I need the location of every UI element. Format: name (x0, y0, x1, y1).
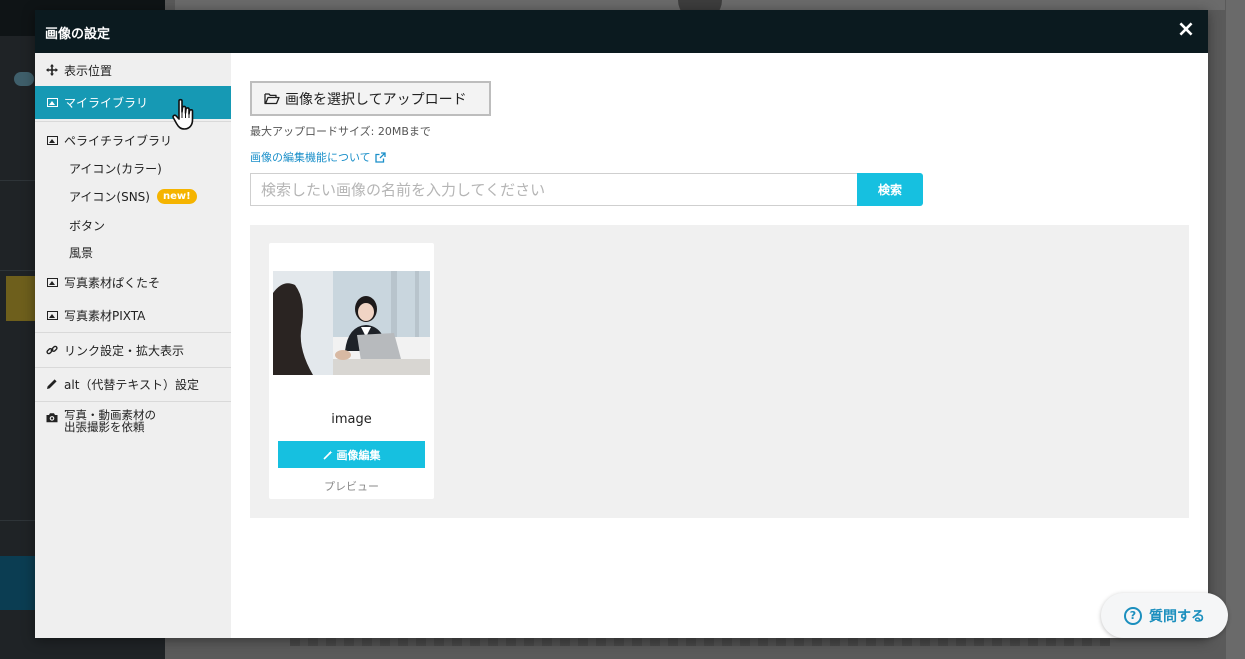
image-icon (46, 134, 58, 146)
settings-nav: 表示位置 マイライブラリ ペライチライブラリ アイコン(カラー) アイコン(SN… (35, 53, 231, 638)
image-name: image (331, 412, 372, 427)
image-thumbnail[interactable] (273, 271, 430, 375)
nav-divider (35, 332, 231, 333)
nav-sub-label: ボタン (69, 218, 106, 233)
image-settings-modal: 画像の設定 × 表示位置 マイライブラリ ペライチライブラリ アイコン(カラー)… (35, 10, 1208, 638)
ask-question-button[interactable]: ? 質問する (1101, 593, 1228, 638)
nav-item-label: ペライチライブラリ (64, 133, 173, 148)
nav-divider (35, 367, 231, 368)
preview-link[interactable]: プレビュー (269, 478, 434, 494)
wand-icon (322, 450, 332, 460)
nav-item-label: リンク設定・拡大表示 (64, 343, 185, 358)
nav-sub-label: 風景 (69, 245, 94, 260)
image-icon (46, 97, 58, 109)
nav-item-link-settings[interactable]: リンク設定・拡大表示 (35, 337, 231, 363)
question-icon: ? (1124, 606, 1142, 625)
close-button[interactable]: × (1174, 17, 1198, 43)
link-icon (46, 344, 58, 356)
modal-header: 画像の設定 × (35, 10, 1208, 53)
nav-item-label-line2: 出張撮影を依頼 (64, 420, 145, 434)
nav-item-pakutaso[interactable]: 写真素材ぱくたそ (35, 270, 231, 294)
image-edit-info-link[interactable]: 画像の編集機能について (250, 149, 386, 165)
nav-item-label: 表示位置 (64, 63, 113, 78)
nav-item-position[interactable]: 表示位置 (35, 59, 231, 81)
nav-item-photo-request[interactable]: 写真・動画素材の 出張撮影を依頼 (35, 409, 231, 439)
background-scrollbar (1226, 0, 1245, 659)
edit-image-label: 画像編集 (336, 448, 381, 462)
ask-question-label: 質問する (1149, 608, 1205, 625)
nav-sub-icon-sns[interactable]: アイコン(SNS) new! (69, 186, 197, 206)
nav-item-label: 写真素材ぱくたそ (64, 275, 161, 290)
nav-sub-label: アイコン(SNS) (69, 189, 150, 204)
nav-item-label: alt（代替テキスト）設定 (64, 377, 200, 392)
nav-divider (35, 401, 231, 402)
image-icon (46, 309, 58, 321)
upload-image-button[interactable]: 画像を選択してアップロード (250, 81, 491, 116)
nav-item-label: 写真素材PIXTA (64, 308, 146, 323)
image-icon (46, 276, 58, 288)
edit-link-label: 画像の編集機能について (250, 151, 371, 164)
search-button[interactable]: 検索 (857, 173, 923, 206)
upload-button-label: 画像を選択してアップロード (285, 91, 467, 108)
external-link-icon (375, 151, 386, 163)
image-card[interactable]: image 画像編集 プレビュー (269, 243, 434, 499)
nav-item-label: マイライブラリ (64, 96, 149, 110)
image-search-input[interactable] (250, 173, 858, 206)
nav-sub-icon-color[interactable]: アイコン(カラー) (69, 159, 162, 177)
nav-sub-button[interactable]: ボタン (69, 216, 105, 234)
nav-sub-label: アイコン(カラー) (69, 161, 162, 176)
max-upload-size: 最大アップロードサイズ: 20MBまで (250, 125, 431, 138)
image-gallery: image 画像編集 プレビュー (250, 225, 1189, 518)
nav-item-pixta[interactable]: 写真素材PIXTA (35, 303, 231, 327)
nav-item-alt-settings[interactable]: alt（代替テキスト）設定 (35, 372, 231, 396)
nav-sub-landscape[interactable]: 風景 (69, 243, 93, 261)
camera-icon (46, 411, 58, 423)
background-toggle (14, 72, 34, 86)
edit-image-button[interactable]: 画像編集 (278, 441, 425, 468)
pencil-icon (46, 378, 58, 390)
modal-title: 画像の設定 (45, 27, 111, 42)
move-icon (46, 64, 58, 76)
new-badge: new! (156, 188, 197, 204)
hand-cursor-icon (172, 98, 194, 130)
folder-open-icon (264, 93, 280, 105)
